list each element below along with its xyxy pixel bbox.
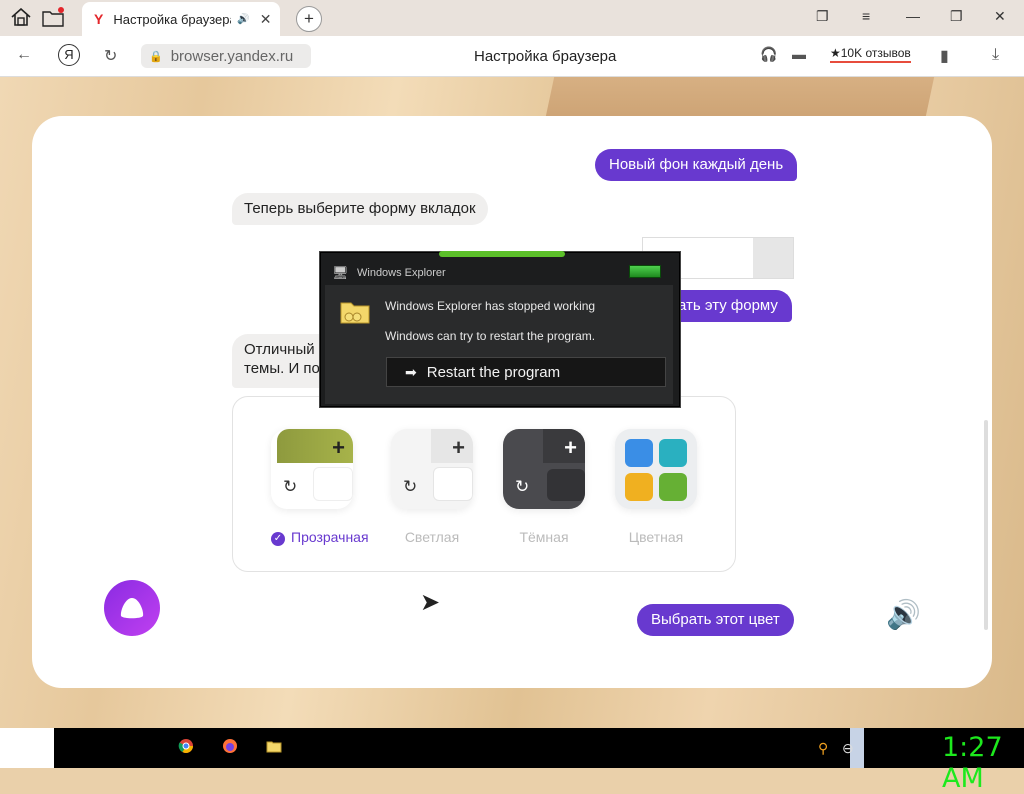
scrollbar[interactable] xyxy=(984,420,988,630)
taskbar: ⚲ ⊖ 1:27 AM xyxy=(54,728,1024,794)
close-window-icon[interactable]: ✕ xyxy=(994,8,1006,25)
option-label-light: Светлая xyxy=(404,529,460,545)
explorer-icon: 🖥 xyxy=(332,265,349,280)
url-field[interactable]: 🔒 browser.yandex.ru xyxy=(141,44,311,68)
lock-icon: 🔒 xyxy=(149,50,163,63)
tab-close-icon[interactable]: ✕ xyxy=(260,11,272,28)
dialog-body: Windows Explorer has stopped working Win… xyxy=(325,285,673,404)
taskbar-left-area xyxy=(0,728,54,768)
url-text: browser.yandex.ru xyxy=(170,47,294,65)
refresh-icon: ↻ xyxy=(283,477,298,496)
search-icon[interactable]: ⚲ xyxy=(818,740,828,757)
arrow-right-icon: ➡ xyxy=(405,363,417,380)
dialog-titlebar: 🖥 Windows Explorer xyxy=(321,253,679,285)
refresh-icon: ↻ xyxy=(515,477,530,496)
tab-shape-options: + ↻ ✓Прозрачная + ↻ Светлая + ↻ Тёмная xyxy=(232,396,736,572)
address-bar: ← Я ↻ 🔒 browser.yandex.ru Настройка брау… xyxy=(0,36,1024,77)
folder-notification-icon[interactable] xyxy=(40,5,66,29)
dialog-message-body: Windows can try to restart the program. xyxy=(385,329,596,343)
option-transparent[interactable]: + ↻ ✓ Прозрачная xyxy=(271,429,369,546)
option-label-colored: Цветная xyxy=(628,529,684,545)
option-dark[interactable]: + ↻ Тёмная xyxy=(503,429,585,545)
new-tab-button[interactable]: + xyxy=(296,6,322,32)
back-icon[interactable]: ← xyxy=(16,46,32,64)
firefox-icon[interactable] xyxy=(222,738,238,759)
yandex-logo-icon: Y xyxy=(94,11,104,27)
dialog-close-button[interactable] xyxy=(629,265,661,278)
dialog-message-title: Windows Explorer has stopped working xyxy=(385,299,596,313)
restart-label: Restart the program xyxy=(426,363,561,381)
page-title: Настройка браузера xyxy=(474,48,617,65)
reviews-link[interactable]: ★10K отзывов xyxy=(830,46,911,63)
sound-icon[interactable]: 🔊 xyxy=(886,598,921,631)
option-colored[interactable]: Цветная xyxy=(615,429,697,545)
tray-icon[interactable]: ⊖ xyxy=(842,740,854,757)
tile-dark[interactable]: + ↻ xyxy=(503,429,585,509)
alice-assistant-button[interactable] xyxy=(104,580,160,636)
tab-bar: Y Настройка браузера 🔊 ✕ + ❐ ≡ — ❐ ✕ xyxy=(0,0,1024,36)
tab-audio-icon[interactable]: 🔊 xyxy=(237,14,249,25)
error-dialog: 🖥 Windows Explorer Windows Explorer has … xyxy=(320,251,680,407)
file-explorer-icon[interactable] xyxy=(266,738,282,759)
plus-icon: + xyxy=(564,435,577,460)
headphones-icon[interactable]: 🎧 xyxy=(760,46,777,63)
option-light[interactable]: + ↻ Светлая xyxy=(391,429,473,545)
tile-transparent[interactable]: + ↻ xyxy=(271,429,353,509)
home-icon[interactable] xyxy=(8,5,34,29)
refresh-icon: ↻ xyxy=(403,477,418,496)
chrome-icon[interactable] xyxy=(178,738,194,759)
collections-icon[interactable]: ❐ xyxy=(816,8,829,25)
plus-icon: + xyxy=(332,435,345,460)
dialog-title: Windows Explorer xyxy=(357,267,446,279)
plus-icon: + xyxy=(452,435,465,460)
tab-settings[interactable]: Y Настройка браузера 🔊 ✕ xyxy=(82,2,280,36)
check-icon: ✓ xyxy=(271,532,285,546)
restore-icon[interactable]: ❐ xyxy=(950,8,963,25)
minimize-icon[interactable]: — xyxy=(906,8,920,24)
menu-icon[interactable]: ≡ xyxy=(862,8,870,24)
bubble-choose-form: ать эту форму xyxy=(664,290,792,322)
restart-program-button[interactable]: ➡ Restart the program xyxy=(386,357,666,387)
pick-color-button[interactable]: Выбрать этот цвет xyxy=(637,604,794,636)
prompt-tab-shape: Теперь выберите форму вкладок xyxy=(232,193,488,225)
reload-icon[interactable]: ↻ xyxy=(104,46,117,66)
bookmark-icon[interactable]: ▮ xyxy=(940,46,949,66)
tile-colored[interactable] xyxy=(615,429,697,509)
option-label-dark: Тёмная xyxy=(519,529,569,545)
clock[interactable]: 1:27 AM xyxy=(942,732,1024,794)
tile-light[interactable]: + ↻ xyxy=(391,429,473,509)
folder-icon xyxy=(339,295,371,334)
chat-icon[interactable]: ▬ xyxy=(792,46,806,62)
download-icon[interactable]: ⤓ xyxy=(992,46,999,64)
yandex-button[interactable]: Я xyxy=(58,44,80,66)
tab-title: Настройка браузера xyxy=(113,11,232,27)
mouse-cursor-icon: ➤ xyxy=(420,589,441,616)
bubble-new-background: Новый фон каждый день xyxy=(595,149,798,181)
option-label-transparent: ✓ Прозрачная xyxy=(271,529,369,546)
